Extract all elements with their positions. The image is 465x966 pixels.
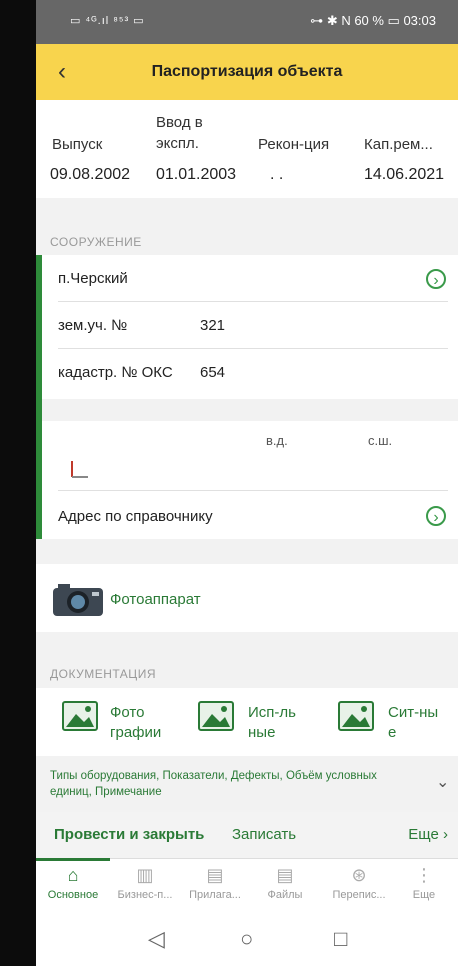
home-icon: ⌂: [67, 865, 79, 885]
date-value-vypusk[interactable]: 09.08.2002: [50, 166, 130, 184]
more-actions-button[interactable]: Еще ›: [408, 826, 448, 843]
divider: [58, 301, 448, 302]
bottom-tabs: ⌂ Основное ▥ Бизнес-п... ▤ Прилага... ▤ …: [36, 858, 458, 917]
sooruzhenie-card: п.Черский › зем.уч. № 321 кадастр. № ОКС…: [36, 255, 458, 399]
camera-icon[interactable]: [52, 582, 104, 618]
date-label-kaprem: Кап.рем...: [364, 136, 433, 153]
situational-documents-icon[interactable]: [338, 701, 374, 731]
green-side-bar: [36, 255, 42, 539]
tab-label: Бизнес-п...: [117, 889, 173, 901]
tab-files[interactable]: ▤ Файлы: [248, 865, 322, 901]
active-tab-indicator: [36, 858, 110, 861]
more-actions-label: Еще: [408, 826, 439, 843]
kadastr-value[interactable]: 654: [200, 364, 225, 381]
date-label-vypusk: Выпуск: [52, 136, 103, 153]
date-value-kaprem[interactable]: 14.06.2021: [364, 166, 444, 184]
status-bar: ▭ ⁴ᴳ.ıl ⁸⁵³ ▭ ⊶ ✱ N 60 % ▭ 03:03: [36, 0, 458, 44]
nav-recents-icon[interactable]: □: [334, 926, 347, 952]
tab-correspondence[interactable]: ⊛ Перепис...: [322, 865, 396, 901]
tab-label: Основное: [47, 889, 99, 901]
post-close-button[interactable]: Провести и закрыть: [54, 826, 204, 843]
date-value-rekon[interactable]: . .: [270, 166, 283, 184]
section-header-documentation: ДОКУМЕНТАЦИЯ: [50, 667, 156, 681]
tab-label: Еще: [412, 889, 436, 901]
date-value-vvod[interactable]: 01.01.2003: [156, 166, 236, 184]
save-button[interactable]: Записать: [232, 826, 296, 843]
file-icon: ▤: [276, 865, 294, 885]
chevron-down-icon[interactable]: ⌄: [436, 772, 449, 792]
chevron-right-icon[interactable]: ›: [426, 269, 446, 289]
tab-attachments[interactable]: ▤ Прилага...: [178, 865, 252, 901]
address-field[interactable]: Адрес по справочнику: [58, 508, 213, 525]
tab-label: Прилага...: [189, 889, 241, 901]
nav-back-icon[interactable]: ◁: [148, 926, 165, 952]
executive-documents-icon[interactable]: [198, 701, 234, 731]
right-frame: [458, 0, 465, 966]
page-title: Паспортизация объекта: [151, 63, 343, 80]
coords-card: в.д. с.ш. Адрес по справочнику ›: [36, 421, 458, 539]
date-label-rekon: Рекон-ция: [258, 136, 330, 153]
coordinates-axis-icon: [71, 461, 88, 478]
status-left-icons: ▭ ⁴ᴳ.ıl ⁸⁵³ ▭: [70, 15, 145, 27]
vd-label: в.д.: [266, 433, 288, 448]
phone-screen: ▭ ⁴ᴳ.ıl ⁸⁵³ ▭ ⊶ ✱ N 60 % ▭ 03:03 ‹ Паспо…: [36, 0, 458, 966]
left-black-frame: [0, 0, 36, 966]
ssh-label: с.ш.: [368, 433, 393, 448]
zem-label: зем.уч. №: [58, 317, 128, 334]
doc-foto-label[interactable]: Фото графии: [110, 703, 161, 743]
camera-button-label[interactable]: Фотоаппарат: [110, 591, 201, 608]
tab-business[interactable]: ▥ Бизнес-п...: [108, 865, 182, 901]
tab-osnovnoe[interactable]: ⌂ Основное: [36, 865, 110, 901]
app-bar: ‹ Паспортизация объекта: [36, 44, 458, 100]
tab-label: Файлы: [267, 889, 303, 901]
doc-sit-label[interactable]: Сит-ны е: [388, 703, 438, 743]
android-nav-bar: ◁ ○ □: [36, 916, 458, 966]
place-field[interactable]: п.Черский: [58, 270, 128, 287]
photo-documents-icon[interactable]: [62, 701, 98, 731]
types-link[interactable]: Типы оборудования, Показатели, Дефекты, …: [50, 768, 410, 800]
arrow-circle-icon: ⊛: [351, 865, 367, 885]
kadastr-label: кадастр. № ОКС: [58, 364, 173, 381]
zem-value[interactable]: 321: [200, 317, 225, 334]
status-right: ⊶ ✱ N 60 % ▭ 03:03: [310, 13, 436, 28]
divider: [58, 490, 448, 491]
action-bar: Провести и закрыть Записать Еще ›: [36, 812, 458, 858]
more-vertical-icon: ⋮: [415, 865, 433, 885]
doc-isp-label[interactable]: Исп-ль ные: [248, 703, 296, 743]
divider: [58, 348, 448, 349]
chevron-right-icon[interactable]: ›: [426, 506, 446, 526]
nav-home-icon[interactable]: ○: [240, 926, 253, 952]
attachment-document-icon: ▤: [206, 865, 224, 885]
section-header-sooruzhenie: СООРУЖЕНИЕ: [50, 235, 142, 249]
tab-more[interactable]: ⋮ Еще: [394, 865, 454, 901]
date-label-vvod: Ввод в экспл.: [156, 114, 203, 152]
tab-label: Перепис...: [332, 889, 386, 901]
building-icon: ▥: [136, 865, 154, 885]
dates-panel: Выпуск Ввод в экспл. Рекон-ция Кап.рем..…: [36, 100, 458, 198]
